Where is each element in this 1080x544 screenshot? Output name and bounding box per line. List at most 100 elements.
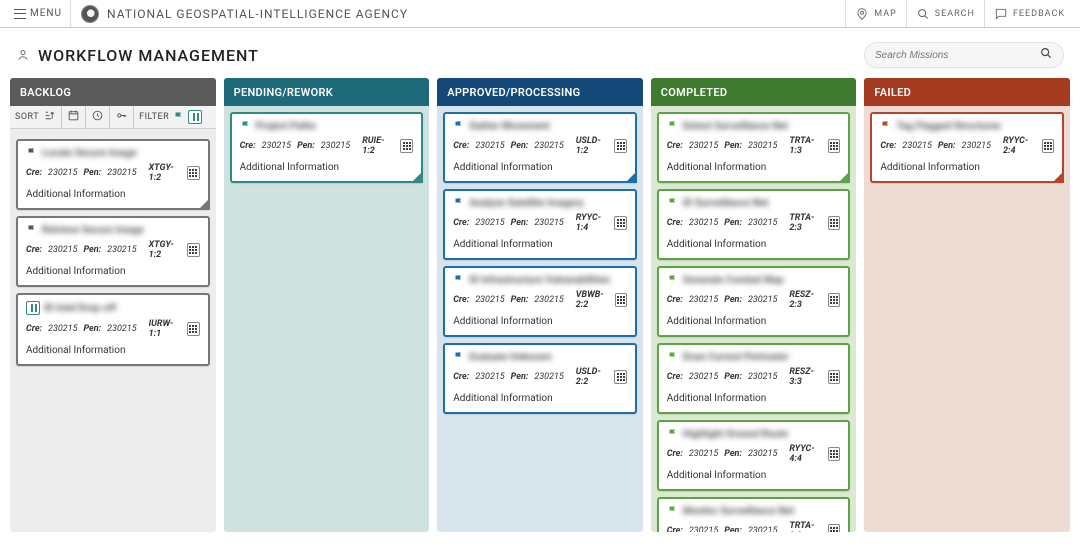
column-completed: COMPLETED Detect Surveillance Net Cre: 2… — [651, 78, 857, 532]
card-title-row: Monitor Surveillance Net — [667, 505, 841, 517]
toolbar-icon[interactable] — [115, 109, 128, 125]
menu-button[interactable]: MENU — [6, 0, 71, 27]
flag-icon — [26, 224, 38, 236]
card-additional-info: Additional Information — [26, 345, 200, 356]
drag-handle-icon[interactable] — [828, 447, 840, 461]
sort-time[interactable] — [86, 106, 110, 128]
sort-key[interactable] — [110, 106, 134, 128]
search-missions-input[interactable] — [875, 50, 1039, 61]
card-title-row: Retrieve Secure Image — [26, 224, 200, 236]
card-additional-info: Additional Information — [453, 393, 627, 404]
card-additional-info: Additional Information — [667, 162, 841, 173]
flag-icon — [880, 120, 892, 132]
map-button[interactable]: MAP — [845, 0, 906, 27]
sort-label: SORT — [15, 112, 39, 122]
card-additional-info: Additional Information — [667, 470, 841, 481]
flag-icon — [667, 274, 679, 286]
drag-handle-icon[interactable] — [828, 524, 840, 532]
toolbar-icon[interactable] — [67, 109, 80, 125]
workflow-card[interactable]: Monitor Surveillance Net Cre: 230215 Pen… — [657, 497, 851, 532]
drag-handle-icon[interactable] — [828, 216, 840, 230]
workflow-card[interactable]: ID Intel Drop-off Cre: 230215 Pen: 23021… — [16, 293, 210, 366]
drag-handle-icon[interactable] — [187, 322, 199, 336]
card-meta: Cre: 230215 Pen: 230215 RESZ-2:3 — [667, 290, 841, 310]
cre-value: 230215 — [902, 141, 931, 151]
pen-value: 230215 — [107, 324, 136, 334]
pen-label: Pen: — [511, 372, 529, 382]
drag-handle-icon[interactable] — [1042, 139, 1054, 153]
card-title-row: Analyze Satellite Imagery — [453, 197, 627, 209]
card-title-row: Highlight Ground Route — [667, 428, 841, 440]
workflow-card[interactable]: Tag Flagged Structures Cre: 230215 Pen: … — [870, 112, 1064, 183]
drag-handle-icon[interactable] — [187, 166, 199, 180]
card-additional-info: Additional Information — [240, 162, 414, 173]
card-title: Locate Secure Image — [42, 148, 137, 159]
workflow-card[interactable]: Generate Combat Map Cre: 230215 Pen: 230… — [657, 266, 851, 337]
cre-value: 230215 — [475, 218, 504, 228]
card-code: USLD-2:2 — [576, 367, 609, 387]
drag-handle-icon[interactable] — [614, 370, 626, 384]
pen-value: 230215 — [748, 526, 777, 532]
card-code: RYYC-4:4 — [789, 444, 822, 464]
cre-label: Cre: — [667, 526, 683, 532]
workflow-card[interactable]: Gather Movement Cre: 230215 Pen: 230215 … — [443, 112, 637, 183]
column-body[interactable]: Project Paths Cre: 230215 Pen: 230215 RU… — [224, 106, 430, 532]
column-body[interactable]: Tag Flagged Structures Cre: 230215 Pen: … — [864, 106, 1070, 532]
workflow-card[interactable]: Locate Secure Image Cre: 230215 Pen: 230… — [16, 139, 210, 210]
filter-segment[interactable]: FILTER — [134, 106, 207, 128]
workflow-card[interactable]: Detect Surveillance Net Cre: 230215 Pen:… — [657, 112, 851, 183]
cre-label: Cre: — [667, 218, 683, 228]
column-body[interactable]: Gather Movement Cre: 230215 Pen: 230215 … — [437, 106, 643, 532]
cre-label: Cre: — [667, 141, 683, 151]
card-title: Evaluate Unknown — [469, 352, 551, 363]
brand: NATIONAL GEOSPATIAL-INTELLIGENCE AGENCY — [71, 5, 418, 23]
card-meta: Cre: 230215 Pen: 230215 XTGY-1:2 — [26, 240, 200, 260]
flag-icon — [173, 111, 185, 123]
drag-handle-icon[interactable] — [187, 243, 199, 257]
brand-title: NATIONAL GEOSPATIAL-INTELLIGENCE AGENCY — [107, 7, 408, 21]
column-header: FAILED — [864, 78, 1070, 106]
workflow-card[interactable]: Highlight Ground Route Cre: 230215 Pen: … — [657, 420, 851, 491]
sort-segment[interactable]: SORT — [10, 106, 62, 128]
pen-label: Pen: — [724, 295, 742, 305]
column-body[interactable]: SORT FILTER Locate Secure Image Cre: 230… — [10, 106, 216, 532]
column-body[interactable]: Detect Surveillance Net Cre: 230215 Pen:… — [651, 106, 857, 532]
drag-handle-icon[interactable] — [615, 293, 627, 307]
search-label: SEARCH — [935, 9, 975, 19]
map-label: MAP — [874, 9, 897, 19]
workflow-card[interactable]: ID Infrastructure Vulnerabilities Cre: 2… — [443, 266, 637, 337]
drag-handle-icon[interactable] — [828, 293, 841, 307]
drag-handle-icon[interactable] — [400, 139, 413, 153]
sort-date[interactable] — [62, 106, 86, 128]
card-title: ID Infrastructure Vulnerabilities — [469, 275, 610, 286]
workflow-card[interactable]: Evaluate Unknown Cre: 230215 Pen: 230215… — [443, 343, 637, 414]
drag-handle-icon[interactable] — [828, 139, 840, 153]
search-missions[interactable] — [864, 42, 1064, 68]
drag-handle-icon[interactable] — [614, 216, 626, 230]
card-title-row: Detect Surveillance Net — [667, 120, 841, 132]
filter-label: FILTER — [139, 112, 169, 122]
pen-label: Pen: — [724, 141, 742, 151]
flag-icon — [667, 351, 679, 363]
cre-value: 230215 — [689, 372, 718, 382]
pen-label: Pen: — [724, 449, 742, 459]
pen-label: Pen: — [83, 245, 101, 255]
workflow-card[interactable]: Analyze Satellite Imagery Cre: 230215 Pe… — [443, 189, 637, 260]
card-additional-info: Additional Information — [26, 266, 200, 277]
toolbar-icon[interactable] — [91, 109, 104, 125]
pen-value: 230215 — [962, 141, 991, 151]
card-meta: Cre: 230215 Pen: 230215 TRTA-3:3 — [667, 521, 841, 532]
search-button[interactable]: SEARCH — [906, 0, 984, 27]
workflow-card[interactable]: ID Surveillance Net Cre: 230215 Pen: 230… — [657, 189, 851, 260]
card-meta: Cre: 230215 Pen: 230215 RYYC-1:4 — [453, 213, 627, 233]
pen-label: Pen: — [511, 295, 529, 305]
workflow-card[interactable]: Project Paths Cre: 230215 Pen: 230215 RU… — [230, 112, 424, 183]
workflow-card[interactable]: Retrieve Secure Image Cre: 230215 Pen: 2… — [16, 216, 210, 287]
card-meta: Cre: 230215 Pen: 230215 RYYC-2:4 — [880, 136, 1054, 156]
drag-handle-icon[interactable] — [614, 139, 626, 153]
workflow-card[interactable]: Draw Current Perimeter Cre: 230215 Pen: … — [657, 343, 851, 414]
feedback-button[interactable]: FEEDBACK — [984, 0, 1074, 27]
toolbar-icon[interactable] — [43, 109, 56, 125]
card-code: XTGY-1:2 — [149, 163, 182, 183]
drag-handle-icon[interactable] — [828, 370, 841, 384]
